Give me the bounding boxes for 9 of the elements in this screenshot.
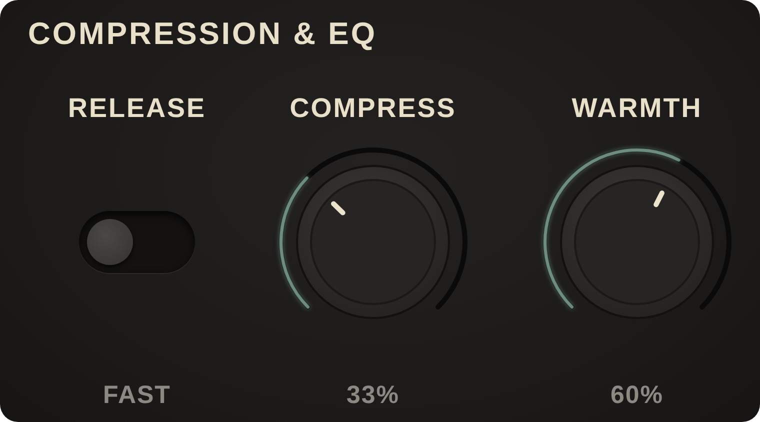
control-value: 60% bbox=[610, 380, 664, 410]
control-label: COMPRESS bbox=[290, 92, 456, 124]
panel-title: COMPRESSION & EQ bbox=[27, 15, 378, 53]
knob[interactable] bbox=[560, 165, 714, 319]
control-label: WARMTH bbox=[572, 92, 702, 124]
control-value: 33% bbox=[346, 380, 400, 410]
control-value: FAST bbox=[103, 380, 171, 410]
control-label: RELEASE bbox=[68, 92, 206, 124]
knob[interactable] bbox=[296, 165, 450, 319]
